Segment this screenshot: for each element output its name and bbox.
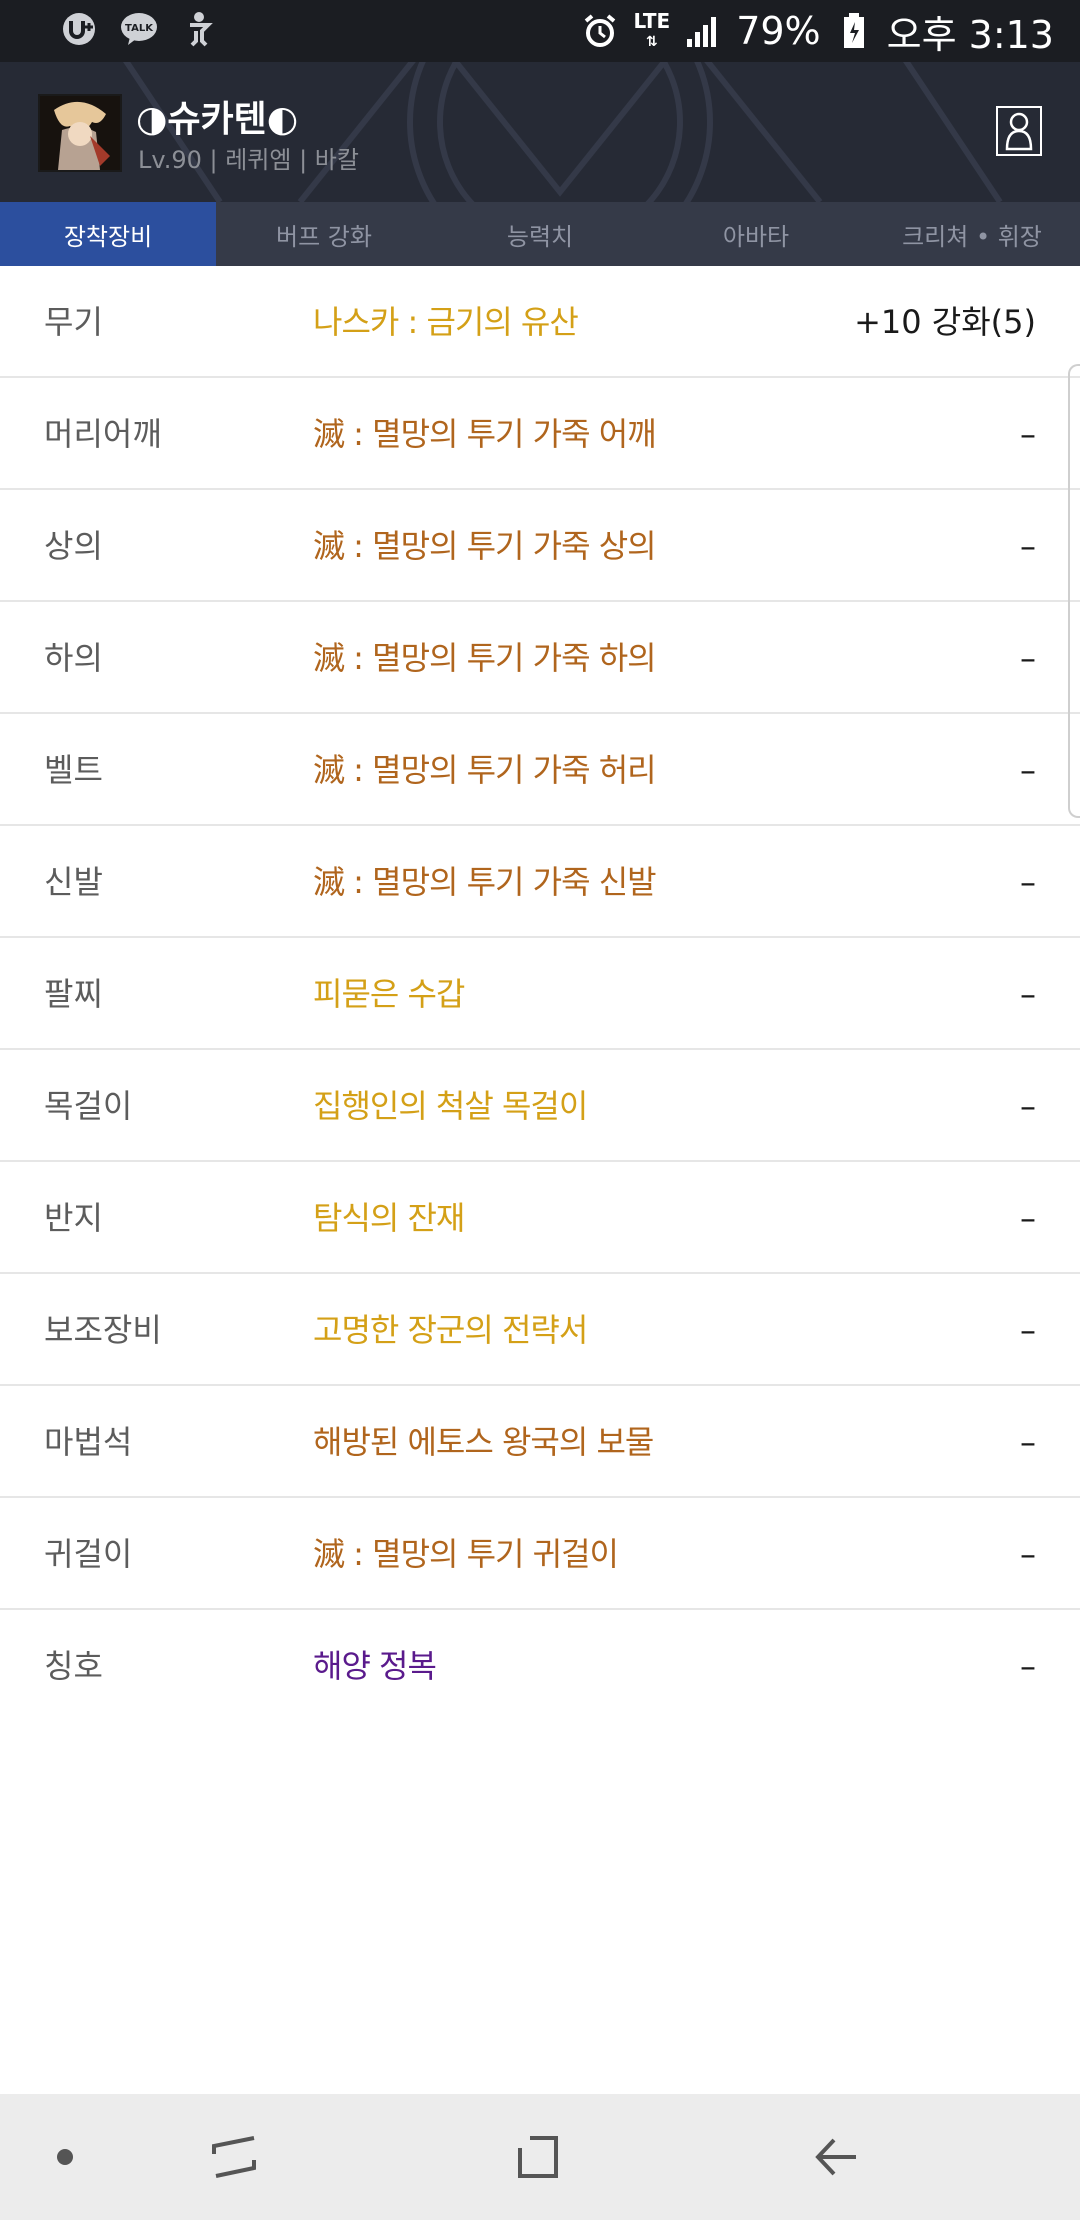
item-name: 滅 : 멸망의 투기 가죽 신발 [313,863,657,901]
slot-label: 보조장비 [44,1311,162,1349]
upgrade-level: – [1020,527,1036,565]
alarm-icon [581,12,619,50]
character-name: ◑슈카텐◐ [136,99,299,140]
equipment-row-earring[interactable]: 귀걸이 滅 : 멸망의 투기 귀걸이 – [0,1498,1080,1610]
item-name: 집행인의 척살 목걸이 [313,1087,588,1125]
u-plus-icon [60,10,98,48]
accessibility-icon [180,10,218,48]
status-bar: TALK LTE ⇅ 79% 오후 3:13 [0,0,1080,62]
slot-label: 머리어깨 [44,415,162,453]
home-icon[interactable] [512,2132,562,2182]
slot-label: 상의 [44,527,103,565]
equipment-row-bracelet[interactable]: 팔찌 피묻은 수갑 – [0,938,1080,1050]
equipment-row-shoulder[interactable]: 머리어깨 滅 : 멸망의 투기 가죽 어깨 – [0,378,1080,490]
kakao-label: TALK [125,23,154,34]
slot-label: 무기 [44,303,103,341]
upgrade-level: – [1020,1087,1036,1125]
equipment-row-bottom[interactable]: 하의 滅 : 멸망의 투기 가죽 하의 – [0,602,1080,714]
clock: 오후 3:13 [886,12,1054,57]
dot-icon[interactable] [40,2132,90,2182]
slot-label: 벨트 [44,751,103,789]
item-name: 滅 : 멸망의 투기 가죽 하의 [313,639,657,677]
character-subtitle: Lv.90 | 레퀴엠 | 바칼 [138,146,359,174]
equipment-list: 무기 나스카 : 금기의 유산 +10 강화(5) 머리어깨 滅 : 멸망의 투… [0,266,1080,1722]
tab-stats[interactable]: 능력치 [432,202,648,266]
tab-creature-emblem[interactable]: 크리쳐 • 휘장 [864,202,1080,266]
equipment-row-title[interactable]: 칭호 해양 정복 – [0,1610,1080,1722]
tab-buff-enhance[interactable]: 버프 강화 [216,202,432,266]
upgrade-level: – [1020,415,1036,453]
equipment-row-weapon[interactable]: 무기 나스카 : 금기의 유산 +10 강화(5) [0,266,1080,378]
item-name: 滅 : 멸망의 투기 가죽 어깨 [313,415,657,453]
character-header: ◑슈카텐◐ Lv.90 | 레퀴엠 | 바칼 [0,62,1080,202]
battery-percent: 79% [736,9,821,53]
equipment-row-ring[interactable]: 반지 탐식의 잔재 – [0,1162,1080,1274]
signal-icon [684,12,722,50]
profile-button[interactable] [996,106,1042,156]
slot-label: 목걸이 [44,1087,133,1125]
item-name: 해방된 에토스 왕국의 보물 [313,1423,654,1461]
tab-avatar[interactable]: 아바타 [648,202,864,266]
equipment-row-sub-equipment[interactable]: 보조장비 고명한 장군의 전략서 – [0,1274,1080,1386]
recent-apps-icon[interactable] [210,2132,260,2182]
upgrade-level: +10 강화(5) [854,303,1036,341]
upgrade-level: – [1020,1423,1036,1461]
equipment-row-belt[interactable]: 벨트 滅 : 멸망의 투기 가죽 허리 – [0,714,1080,826]
network-type: LTE ⇅ [633,8,671,50]
upgrade-level: – [1020,639,1036,677]
slot-label: 신발 [44,863,103,901]
back-icon[interactable] [812,2132,862,2182]
slot-label: 마법석 [44,1423,133,1461]
side-panel-handle[interactable] [1068,364,1080,818]
slot-label: 하의 [44,639,103,677]
navigation-bar [0,2094,1080,2220]
item-name: 해양 정복 [313,1647,437,1685]
battery-charging-icon [835,12,873,50]
slot-label: 칭호 [44,1647,103,1685]
upgrade-level: – [1020,1647,1036,1685]
slot-label: 팔찌 [44,975,103,1013]
upgrade-level: – [1020,1311,1036,1349]
person-icon [1005,112,1033,151]
item-name: 탐식의 잔재 [313,1199,465,1237]
upgrade-level: – [1020,751,1036,789]
item-name: 滅 : 멸망의 투기 가죽 상의 [313,527,657,565]
item-name: 피묻은 수갑 [313,975,465,1013]
upgrade-level: – [1020,1199,1036,1237]
item-name: 滅 : 멸망의 투기 가죽 허리 [313,751,657,789]
equipment-row-magic-stone[interactable]: 마법석 해방된 에토스 왕국의 보물 – [0,1386,1080,1498]
kakaotalk-icon: TALK [120,10,158,48]
slot-label: 귀걸이 [44,1535,133,1573]
upgrade-level: – [1020,1535,1036,1573]
slot-label: 반지 [44,1199,103,1237]
tab-bar: 장착장비 버프 강화 능력치 아바타 크리쳐 • 휘장 [0,202,1080,266]
item-name: 滅 : 멸망의 투기 귀걸이 [313,1535,619,1573]
equipment-row-necklace[interactable]: 목걸이 집행인의 척살 목걸이 – [0,1050,1080,1162]
item-name: 고명한 장군의 전략서 [313,1311,588,1349]
equipment-row-top[interactable]: 상의 滅 : 멸망의 투기 가죽 상의 – [0,490,1080,602]
upgrade-level: – [1020,863,1036,901]
tab-equipment[interactable]: 장착장비 [0,202,216,266]
upgrade-level: – [1020,975,1036,1013]
item-name: 나스카 : 금기의 유산 [313,303,579,341]
equipment-row-shoes[interactable]: 신발 滅 : 멸망의 투기 가죽 신발 – [0,826,1080,938]
avatar [38,94,122,172]
